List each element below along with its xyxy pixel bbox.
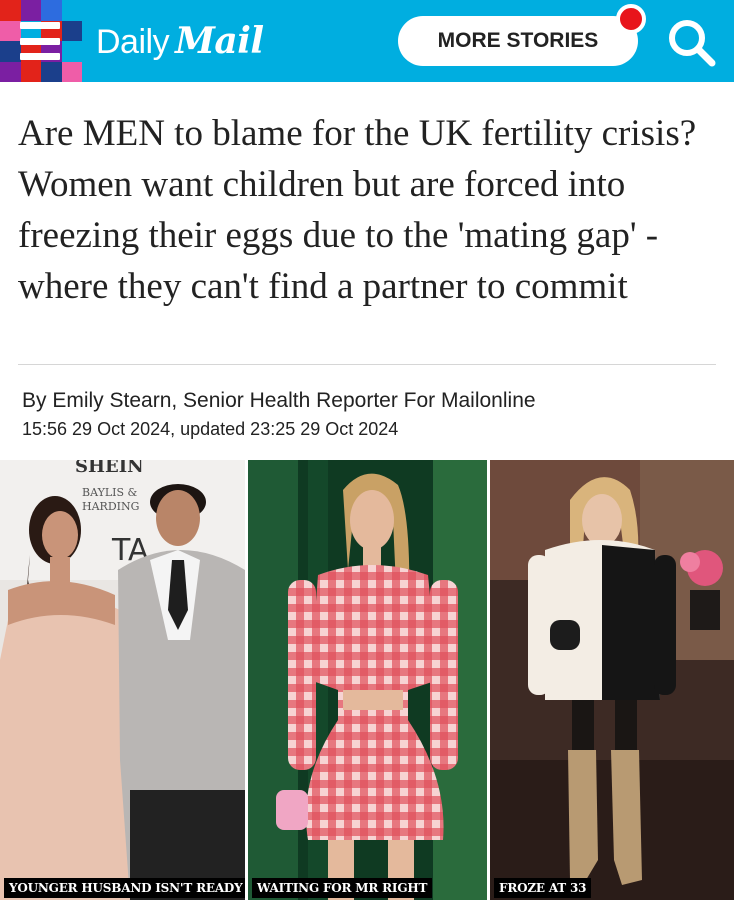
more-stories-button[interactable]: MORE STORIES: [398, 16, 638, 66]
logo-mail-text: Mail: [175, 20, 264, 62]
notification-dot: [616, 4, 646, 34]
backdrop-text-baylis: BAYLIS &: [82, 486, 138, 499]
photo-caption: WAITING FOR MR RIGHT: [252, 878, 433, 898]
photo-illustration: SHEIN BAYLIS & HARDING TA: [0, 460, 245, 900]
article-photo-gingham-dress[interactable]: WAITING FOR MR RIGHT: [248, 460, 487, 900]
search-icon: [669, 20, 716, 67]
article-byline: By Emily Stearn, Senior Health Reporter …: [22, 389, 536, 412]
backdrop-text-shein: SHEIN: [75, 460, 144, 477]
photo-illustration: [490, 460, 734, 900]
backdrop-text-harding: HARDING: [82, 500, 139, 513]
top-navigation-bar: Daily Mail MORE STORIES: [0, 0, 734, 82]
article-headline: Are MEN to blame for the UK fertility cr…: [18, 113, 697, 307]
article-photo-blazer[interactable]: FROZE AT 33: [490, 460, 734, 900]
photo-illustration: [248, 460, 487, 900]
menu-button[interactable]: [0, 0, 82, 82]
divider: [18, 364, 716, 365]
photo-caption: FROZE AT 33: [494, 878, 592, 898]
hamburger-menu-icon: [20, 22, 60, 60]
article-dateline: 15:56 29 Oct 2024, updated 23:25 29 Oct …: [22, 419, 399, 439]
search-button[interactable]: [663, 16, 719, 72]
logo-daily-text: Daily: [96, 23, 170, 61]
photo-caption: YOUNGER HUSBAND ISN'T READY: [4, 878, 245, 898]
article-photo-couple[interactable]: SHEIN BAYLIS & HARDING TA YOUNGER HUSBAN…: [0, 460, 245, 900]
daily-mail-logo[interactable]: Daily Mail: [96, 20, 264, 64]
